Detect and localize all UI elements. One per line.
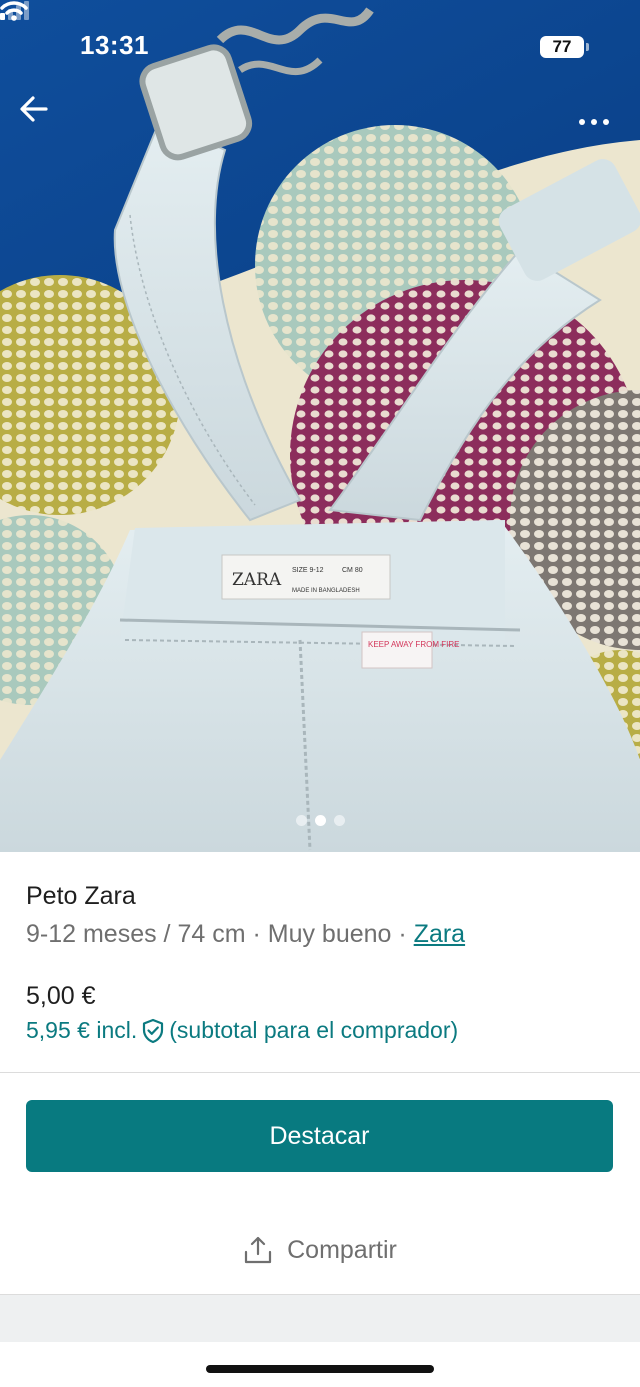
buyer-price-value: 5,95 € incl. [26, 1017, 138, 1043]
buyer-price-info[interactable]: 5,95 € incl. (subtotal para el comprador… [26, 1017, 458, 1044]
section-separator [0, 1295, 640, 1342]
back-button[interactable] [20, 96, 72, 148]
home-indicator[interactable] [206, 1365, 434, 1373]
more-horizontal-icon [579, 119, 585, 125]
arrow-left-icon [20, 96, 48, 122]
share-label: Compartir [287, 1235, 397, 1264]
label-brand-text: ZARA [232, 570, 282, 590]
status-time: 13:31 [80, 30, 149, 60]
meta-separator: · [391, 920, 414, 948]
photo-pager[interactable] [0, 812, 640, 828]
overall-photo-illustration: ZARA SIZE 9-12 CM 80 MADE IN BANGLADESH … [0, 0, 640, 852]
pager-dot-active[interactable] [314, 814, 326, 826]
item-condition: Muy bueno [267, 920, 392, 948]
wifi-icon [0, 1, 28, 21]
svg-text:CM 80: CM 80 [342, 567, 363, 574]
pager-dot[interactable] [333, 814, 345, 826]
item-price: 5,00 € [26, 982, 96, 1010]
share-icon [245, 1236, 272, 1264]
more-options-button[interactable] [566, 100, 622, 144]
pager-dot[interactable] [295, 814, 307, 826]
item-photo[interactable]: ZARA SIZE 9-12 CM 80 MADE IN BANGLADESH … [0, 0, 640, 852]
battery-tip [586, 43, 589, 51]
meta-separator: · [245, 920, 268, 948]
brand-link[interactable]: Zara [414, 920, 465, 948]
item-detail-screen: ZARA SIZE 9-12 CM 80 MADE IN BANGLADESH … [0, 0, 640, 1387]
svg-text:MADE IN BANGLADESH: MADE IN BANGLADESH [292, 588, 360, 594]
battery-icon: 77 [540, 36, 584, 58]
buyer-price-note: (subtotal para el comprador) [169, 1017, 459, 1043]
item-meta: 9-12 meses / 74 cm · Muy bueno · Zara [26, 920, 465, 949]
status-bar: 13:31 77 [0, 0, 640, 96]
item-size: 9-12 meses / 74 cm [26, 920, 246, 948]
svg-text:SIZE 9-12: SIZE 9-12 [292, 567, 324, 574]
item-title: Peto Zara [26, 882, 136, 910]
promote-button[interactable]: Destacar [26, 1100, 613, 1172]
share-button[interactable]: Compartir [0, 1214, 640, 1286]
shield-check-icon [143, 1018, 164, 1043]
divider [0, 1072, 640, 1073]
care-label-text: KEEP AWAY FROM FIRE [368, 640, 459, 649]
